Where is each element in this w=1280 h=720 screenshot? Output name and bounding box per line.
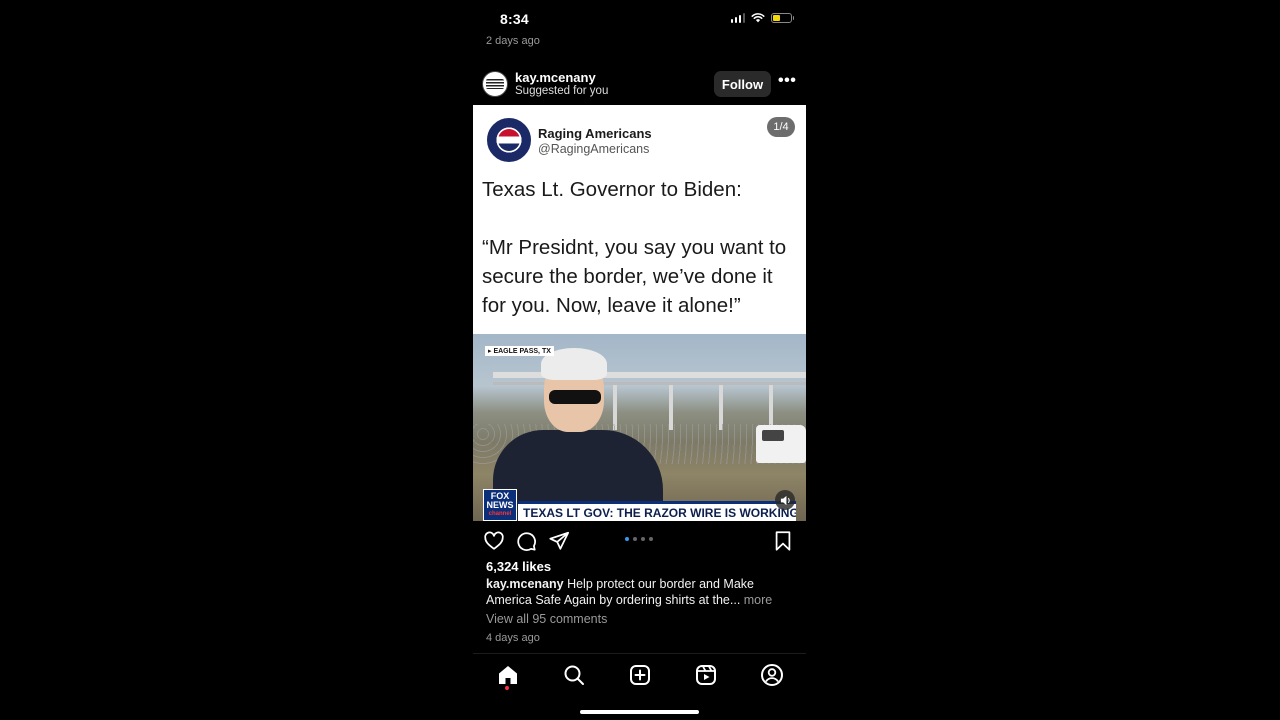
reels-icon[interactable] bbox=[694, 663, 718, 687]
news-chyron: TEXAS LT GOV: THE RAZOR WIRE IS WORKING bbox=[518, 501, 796, 521]
send-icon[interactable] bbox=[548, 530, 570, 552]
carousel-page-indicator: 1/4 bbox=[767, 117, 795, 137]
cellular-signal-icon bbox=[730, 12, 745, 23]
carousel-dot bbox=[633, 537, 637, 541]
follow-button[interactable]: Follow bbox=[714, 71, 771, 97]
caption-more-link[interactable]: more bbox=[740, 593, 772, 607]
home-icon[interactable] bbox=[496, 663, 520, 687]
tweet-text-line: Texas Lt. Governor to Biden: bbox=[482, 178, 742, 201]
like-count[interactable]: 6,324 likes bbox=[486, 559, 551, 574]
post-username[interactable]: kay.mcenany bbox=[515, 70, 596, 85]
wifi-icon bbox=[751, 13, 765, 23]
post-caption: kay.mcenany Help protect our border and … bbox=[486, 577, 798, 608]
truck-graphic bbox=[756, 425, 806, 463]
location-tag: ▸ EAGLE PASS, TX bbox=[485, 346, 554, 356]
home-indicator-bar[interactable] bbox=[580, 710, 699, 714]
caption-username[interactable]: kay.mcenany bbox=[486, 577, 564, 591]
tweet-text-line: for you. Now, leave it alone!” bbox=[482, 294, 741, 317]
news-video-frame[interactable]: ▸ EAGLE PASS, TX FOX NEWS channel TEXAS … bbox=[473, 334, 806, 521]
search-icon[interactable] bbox=[562, 663, 586, 687]
suggested-label: Suggested for you bbox=[515, 85, 609, 97]
create-post-icon[interactable] bbox=[628, 663, 652, 687]
bottom-navigation bbox=[473, 653, 806, 720]
heart-icon[interactable] bbox=[483, 530, 505, 552]
post-media-carousel[interactable]: Raging Americans @RagingAmericans 1/4 Te… bbox=[473, 105, 806, 521]
carousel-dot bbox=[641, 537, 645, 541]
tweet-author-handle: @RagingAmericans bbox=[538, 142, 650, 156]
post-header: kay.mcenany Suggested for you Follow ••• bbox=[473, 64, 806, 104]
bridge-graphic bbox=[493, 372, 806, 378]
battery-icon bbox=[771, 12, 794, 23]
profile-icon[interactable] bbox=[760, 663, 784, 687]
speaker-icon[interactable] bbox=[775, 490, 795, 510]
comment-icon[interactable] bbox=[515, 530, 537, 552]
post-timestamp: 4 days ago bbox=[486, 632, 540, 644]
carousel-dot bbox=[649, 537, 653, 541]
carousel-dot bbox=[625, 537, 629, 541]
fox-news-logo: FOX NEWS channel bbox=[483, 489, 517, 521]
tweet-text-line: secure the border, we’ve done it bbox=[482, 265, 773, 288]
tweet-text-line: “Mr Presidnt, you say you want to bbox=[482, 236, 787, 259]
previous-post-timestamp: 2 days ago bbox=[486, 35, 540, 47]
avatar[interactable] bbox=[482, 71, 508, 97]
instagram-feed-screen: 8:34 2 days ago kay.mcenany Suggested fo… bbox=[473, 0, 806, 720]
tweet-author-name: Raging Americans bbox=[538, 126, 652, 141]
status-time: 8:34 bbox=[500, 11, 529, 27]
bookmark-icon[interactable] bbox=[772, 530, 794, 552]
tweet-text: Texas Lt. Governor to Biden: “Mr Presidn… bbox=[482, 175, 804, 320]
status-bar: 8:34 bbox=[473, 0, 806, 38]
post-actions-bar bbox=[473, 526, 806, 556]
notification-dot bbox=[505, 686, 509, 690]
view-comments-link[interactable]: View all 95 comments bbox=[486, 612, 607, 626]
carousel-dots bbox=[625, 537, 653, 541]
more-horizontal-icon[interactable]: ••• bbox=[778, 72, 796, 90]
tweet-avatar bbox=[487, 118, 531, 162]
status-icons bbox=[730, 12, 794, 23]
